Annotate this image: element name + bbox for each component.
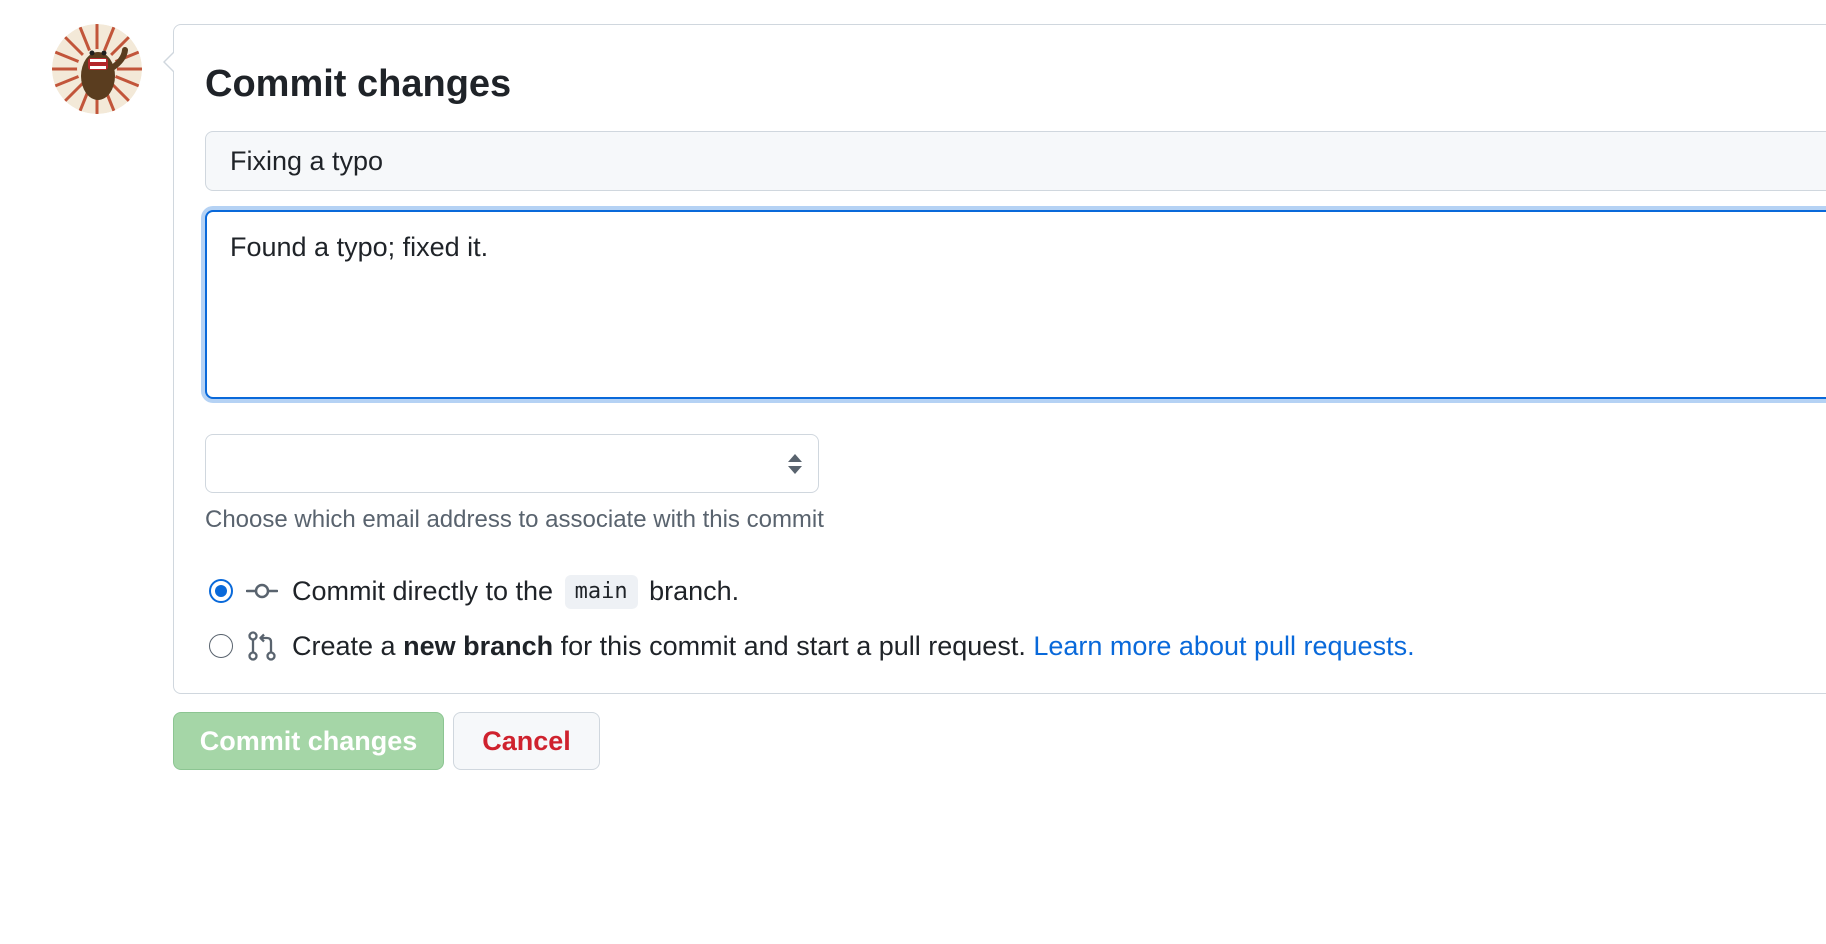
email-select[interactable] xyxy=(205,434,819,493)
option-commit-directly[interactable]: Commit directly to the main branch. xyxy=(209,573,739,610)
commit-directly-label: Commit directly to the main branch. xyxy=(292,573,739,610)
new-branch-label: Create a new branch for this commit and … xyxy=(292,631,1415,661)
form-title: Commit changes xyxy=(205,63,512,105)
learn-more-pull-requests-link[interactable]: Learn more about pull requests. xyxy=(1033,631,1414,661)
branch-name-code: main xyxy=(564,575,638,610)
avatar-image xyxy=(52,24,142,114)
select-arrows-icon xyxy=(788,454,802,474)
git-pull-request-icon xyxy=(248,631,276,661)
email-help-text: Choose which email address to associate … xyxy=(205,506,824,533)
commit-description-textarea[interactable]: Found a typo; fixed it. xyxy=(205,210,1826,399)
avatar[interactable] xyxy=(52,24,142,114)
cancel-button[interactable]: Cancel xyxy=(453,712,600,770)
git-commit-icon xyxy=(246,583,278,599)
commit-form-panel: Commit changes Found a typo; fixed it. C… xyxy=(163,24,1826,694)
commit-summary-input[interactable] xyxy=(205,131,1826,191)
option-new-branch[interactable]: Create a new branch for this commit and … xyxy=(209,628,1415,664)
commit-directly-radio[interactable] xyxy=(209,579,233,603)
new-branch-radio[interactable] xyxy=(209,634,233,658)
commit-changes-button[interactable]: Commit changes xyxy=(173,712,444,770)
